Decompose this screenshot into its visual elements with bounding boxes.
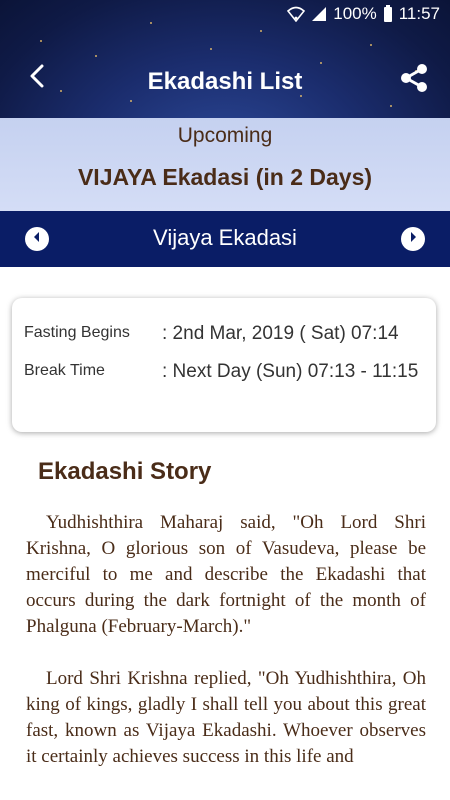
fasting-begins-value: : 2nd Mar, 2019 ( Sat) 07:14 — [162, 323, 399, 344]
battery-icon — [383, 5, 393, 23]
current-ekadashi-title: Vijaya Ekadasi — [153, 225, 297, 250]
share-icon — [398, 62, 430, 99]
signal-icon — [311, 6, 327, 22]
status-bar: 100% 11:57 — [0, 0, 450, 30]
clock-time: 11:57 — [398, 4, 440, 23]
wifi-icon — [287, 6, 306, 22]
fasting-begins-label: Fasting Begins — [24, 324, 130, 341]
next-ekadashi-button[interactable] — [401, 227, 425, 251]
app-bar: Ekadashi List — [0, 30, 450, 118]
upcoming-label: Upcoming — [177, 124, 273, 147]
battery-text: 100% — [333, 4, 377, 23]
upcoming-ekadashi-name: VIJAYA Ekadasi (in 2 Days) — [77, 164, 373, 190]
story-title: Ekadashi Story — [38, 458, 212, 485]
header-background: 100% 11:57 Ekadashi List — [0, 0, 450, 118]
timings-card: Fasting Begins : 2nd Mar, 2019 ( Sat) 07… — [12, 298, 436, 432]
ekadashi-navigator: Vijaya Ekadasi — [0, 211, 450, 267]
upcoming-banner: Upcoming VIJAYA Ekadasi (in 2 Days) — [0, 118, 450, 211]
story-text: Yudhishthira Maharaj said, "Oh Lord Shri… — [26, 510, 426, 796]
break-time-value: : Next Day (Sun) 07:13 - 11:15 — [162, 361, 419, 382]
break-time-label: Break Time — [24, 362, 105, 379]
story-paragraph: Lord Shri Krishna replied, "Oh Yudhishth… — [26, 668, 426, 767]
page-title: Ekadashi List — [147, 68, 303, 95]
chevron-right-circle-icon — [407, 230, 419, 248]
share-button[interactable] — [396, 62, 432, 98]
story-paragraph: Yudhishthira Maharaj said, "Oh Lord Shri… — [26, 512, 426, 637]
